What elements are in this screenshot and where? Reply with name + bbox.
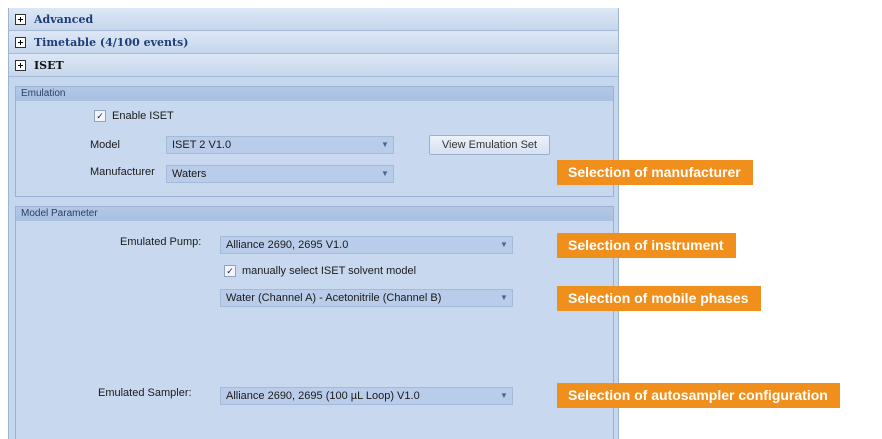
callout-mobile-phases: Selection of mobile phases — [557, 286, 761, 311]
dropdown-arrow-icon[interactable]: ▼ — [496, 388, 512, 404]
emulation-group-title: Emulation — [16, 87, 613, 101]
section-advanced[interactable]: Advanced — [9, 8, 618, 31]
checkmark-icon[interactable]: ✓ — [94, 110, 106, 122]
model-parameter-group: Model Parameter Emulated Pump: Alliance … — [15, 206, 614, 439]
section-iset[interactable]: ISET — [9, 54, 618, 77]
model-dropdown[interactable]: ISET 2 V1.0 ▼ — [166, 136, 394, 154]
solvent-model-checkbox[interactable]: ✓ manually select ISET solvent model — [224, 265, 416, 277]
enable-iset-label: Enable ISET — [112, 110, 174, 122]
emulated-sampler-value: Alliance 2690, 2695 (100 µL Loop) V1.0 — [226, 390, 420, 402]
expand-plus-icon[interactable] — [15, 13, 26, 25]
solvent-model-value: Water (Channel A) - Acetonitrile (Channe… — [226, 292, 442, 304]
callout-instrument: Selection of instrument — [557, 233, 736, 258]
model-parameter-group-title: Model Parameter — [16, 207, 613, 221]
method-editor-panel: Advanced Timetable (4/100 events) ISET E… — [8, 8, 619, 439]
emulation-group: Emulation ✓ Enable ISET Model ISET 2 V1.… — [15, 86, 614, 197]
solvent-model-label: manually select ISET solvent model — [242, 265, 417, 277]
manufacturer-dropdown[interactable]: Waters ▼ — [166, 165, 394, 183]
dropdown-arrow-icon[interactable]: ▼ — [377, 166, 393, 182]
section-timetable[interactable]: Timetable (4/100 events) — [9, 31, 618, 54]
section-timetable-label: Timetable (4/100 events) — [34, 35, 189, 49]
dropdown-arrow-icon[interactable]: ▼ — [496, 237, 512, 253]
emulated-pump-value: Alliance 2690, 2695 V1.0 — [226, 239, 349, 251]
dropdown-arrow-icon[interactable]: ▼ — [377, 137, 393, 153]
checkmark-icon[interactable]: ✓ — [224, 265, 236, 277]
emulated-sampler-label: Emulated Sampler: — [98, 387, 192, 399]
solvent-model-dropdown[interactable]: Water (Channel A) - Acetonitrile (Channe… — [220, 289, 513, 307]
expand-plus-icon[interactable] — [15, 59, 26, 71]
emulated-sampler-dropdown[interactable]: Alliance 2690, 2695 (100 µL Loop) V1.0 ▼ — [220, 387, 513, 405]
dropdown-arrow-icon[interactable]: ▼ — [496, 290, 512, 306]
manufacturer-value: Waters — [172, 168, 207, 180]
enable-iset-checkbox[interactable]: ✓ Enable ISET — [94, 110, 174, 122]
callout-autosampler: Selection of autosampler configuration — [557, 383, 840, 408]
manufacturer-label: Manufacturer — [90, 166, 155, 178]
emulated-pump-dropdown[interactable]: Alliance 2690, 2695 V1.0 ▼ — [220, 236, 513, 254]
model-label: Model — [90, 139, 120, 151]
view-emulation-set-button[interactable]: View Emulation Set — [429, 135, 550, 155]
callout-manufacturer: Selection of manufacturer — [557, 160, 753, 185]
expand-plus-icon[interactable] — [15, 36, 26, 48]
emulated-pump-label: Emulated Pump: — [120, 236, 202, 248]
model-value: ISET 2 V1.0 — [172, 139, 232, 151]
section-iset-label: ISET — [34, 58, 64, 72]
section-advanced-label: Advanced — [34, 12, 94, 26]
